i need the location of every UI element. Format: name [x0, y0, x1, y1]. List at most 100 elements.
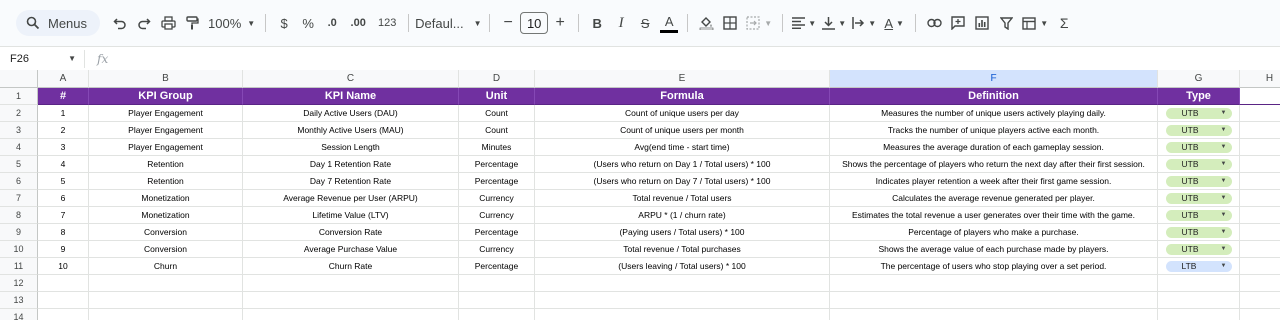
row-header[interactable]: 10 — [0, 241, 38, 258]
type-cell[interactable]: UTB ▼ — [1158, 207, 1240, 224]
type-dropdown-chip[interactable]: UTB ▼ — [1165, 124, 1232, 136]
empty-cell[interactable] — [1240, 88, 1280, 105]
table-cell[interactable]: 6 — [38, 190, 89, 207]
table-cell[interactable]: Churn — [89, 258, 243, 275]
chart-icon[interactable] — [970, 11, 994, 35]
type-dropdown-chip[interactable]: UTB ▼ — [1165, 107, 1232, 119]
table-cell[interactable]: Percentage — [459, 156, 535, 173]
table-cell[interactable]: Percentage — [459, 173, 535, 190]
row-header[interactable]: 3 — [0, 122, 38, 139]
table-cell[interactable]: Tracks the number of unique players acti… — [830, 122, 1158, 139]
table-cell[interactable]: Total revenue / Total users — [535, 190, 830, 207]
table-cell[interactable]: (Users leaving / Total users) * 100 — [535, 258, 830, 275]
table-cell[interactable]: (Users who return on Day 1 / Total users… — [535, 156, 830, 173]
percent-format-button[interactable]: % — [296, 11, 320, 35]
decrease-font-size-button[interactable]: − — [496, 11, 520, 35]
empty-cell[interactable] — [1158, 292, 1240, 309]
column-header-e[interactable]: E — [535, 70, 830, 88]
type-cell[interactable]: UTB ▼ — [1158, 122, 1240, 139]
column-header-a[interactable]: A — [38, 70, 89, 88]
table-cell[interactable]: Percentage — [459, 258, 535, 275]
table-cell[interactable]: Currency — [459, 241, 535, 258]
increase-font-size-button[interactable]: + — [548, 11, 572, 35]
header-cell[interactable]: Definition — [830, 88, 1158, 105]
empty-cell[interactable] — [1240, 190, 1280, 207]
row-header[interactable]: 11 — [0, 258, 38, 275]
empty-cell[interactable] — [459, 309, 535, 320]
text-wrapping-icon[interactable]: ▼ — [849, 11, 879, 35]
table-cell[interactable]: 2 — [38, 122, 89, 139]
empty-cell[interactable] — [1240, 292, 1280, 309]
type-cell[interactable]: UTB ▼ — [1158, 241, 1240, 258]
type-cell[interactable]: UTB ▼ — [1158, 156, 1240, 173]
table-cell[interactable]: Monthly Active Users (MAU) — [243, 122, 459, 139]
text-rotation-icon[interactable]: A ▼ — [879, 11, 909, 35]
header-cell[interactable]: KPI Group — [89, 88, 243, 105]
table-cell[interactable]: (Users who return on Day 7 / Total users… — [535, 173, 830, 190]
number-format-button[interactable]: 123 — [372, 11, 402, 35]
row-header[interactable]: 8 — [0, 207, 38, 224]
table-cell[interactable]: (Paying users / Total users) * 100 — [535, 224, 830, 241]
column-header-f[interactable]: F — [830, 70, 1158, 88]
table-cell[interactable]: ARPU * (1 / churn rate) — [535, 207, 830, 224]
header-cell[interactable]: Formula — [535, 88, 830, 105]
filter-icon[interactable] — [994, 11, 1018, 35]
table-cell[interactable]: Conversion — [89, 241, 243, 258]
functions-button[interactable]: Σ — [1052, 11, 1076, 35]
empty-cell[interactable] — [1240, 122, 1280, 139]
increase-decimal-button[interactable]: .00 — [344, 11, 372, 35]
table-cell[interactable]: Estimates the total revenue a user gener… — [830, 207, 1158, 224]
empty-cell[interactable] — [535, 309, 830, 320]
table-cell[interactable]: 5 — [38, 173, 89, 190]
type-dropdown-chip[interactable]: UTB ▼ — [1165, 209, 1232, 221]
table-cell[interactable]: Calculates the average revenue generated… — [830, 190, 1158, 207]
table-cell[interactable]: Conversion Rate — [243, 224, 459, 241]
table-cell[interactable]: Average Revenue per User (ARPU) — [243, 190, 459, 207]
table-cell[interactable]: Player Engagement — [89, 139, 243, 156]
table-cell[interactable]: Monetization — [89, 207, 243, 224]
search-menus-button[interactable]: Menus — [16, 10, 100, 36]
table-cell[interactable]: The percentage of users who stop playing… — [830, 258, 1158, 275]
column-header-d[interactable]: D — [459, 70, 535, 88]
empty-cell[interactable] — [535, 275, 830, 292]
type-dropdown-chip[interactable]: UTB ▼ — [1165, 243, 1232, 255]
comment-icon[interactable] — [946, 11, 970, 35]
print-icon[interactable] — [156, 11, 180, 35]
empty-cell[interactable] — [1240, 258, 1280, 275]
type-cell[interactable]: UTB ▼ — [1158, 139, 1240, 156]
table-cell[interactable]: Count — [459, 105, 535, 122]
type-dropdown-chip[interactable]: UTB ▼ — [1165, 192, 1232, 204]
type-cell[interactable]: LTB ▼ — [1158, 258, 1240, 275]
empty-cell[interactable] — [1240, 173, 1280, 190]
empty-cell[interactable] — [243, 309, 459, 320]
type-cell[interactable]: UTB ▼ — [1158, 105, 1240, 122]
text-color-button[interactable]: A — [660, 13, 679, 33]
table-cell[interactable]: Monetization — [89, 190, 243, 207]
table-cell[interactable]: Measures the number of unique users acti… — [830, 105, 1158, 122]
row-header[interactable]: 1 — [0, 88, 38, 105]
empty-cell[interactable] — [89, 292, 243, 309]
table-cell[interactable]: Day 7 Retention Rate — [243, 173, 459, 190]
table-cell[interactable]: Shows the average value of each purchase… — [830, 241, 1158, 258]
table-cell[interactable]: Average Purchase Value — [243, 241, 459, 258]
table-cell[interactable]: Player Engagement — [89, 105, 243, 122]
table-cell[interactable]: Churn Rate — [243, 258, 459, 275]
empty-cell[interactable] — [1158, 309, 1240, 320]
formula-input[interactable] — [108, 50, 1280, 68]
row-header[interactable]: 2 — [0, 105, 38, 122]
table-cell[interactable]: Percentage — [459, 224, 535, 241]
redo-icon[interactable] — [132, 11, 156, 35]
table-cell[interactable]: 4 — [38, 156, 89, 173]
type-cell[interactable]: UTB ▼ — [1158, 224, 1240, 241]
empty-cell[interactable] — [1240, 224, 1280, 241]
table-cell[interactable]: 7 — [38, 207, 89, 224]
table-cell[interactable]: Percentage of players who make a purchas… — [830, 224, 1158, 241]
empty-cell[interactable] — [1240, 139, 1280, 156]
empty-cell[interactable] — [1240, 105, 1280, 122]
table-cell[interactable]: Player Engagement — [89, 122, 243, 139]
link-icon[interactable] — [922, 11, 946, 35]
row-header[interactable]: 14 — [0, 309, 38, 320]
empty-cell[interactable] — [38, 292, 89, 309]
row-header[interactable]: 5 — [0, 156, 38, 173]
horizontal-align-icon[interactable]: ▼ — [789, 11, 819, 35]
